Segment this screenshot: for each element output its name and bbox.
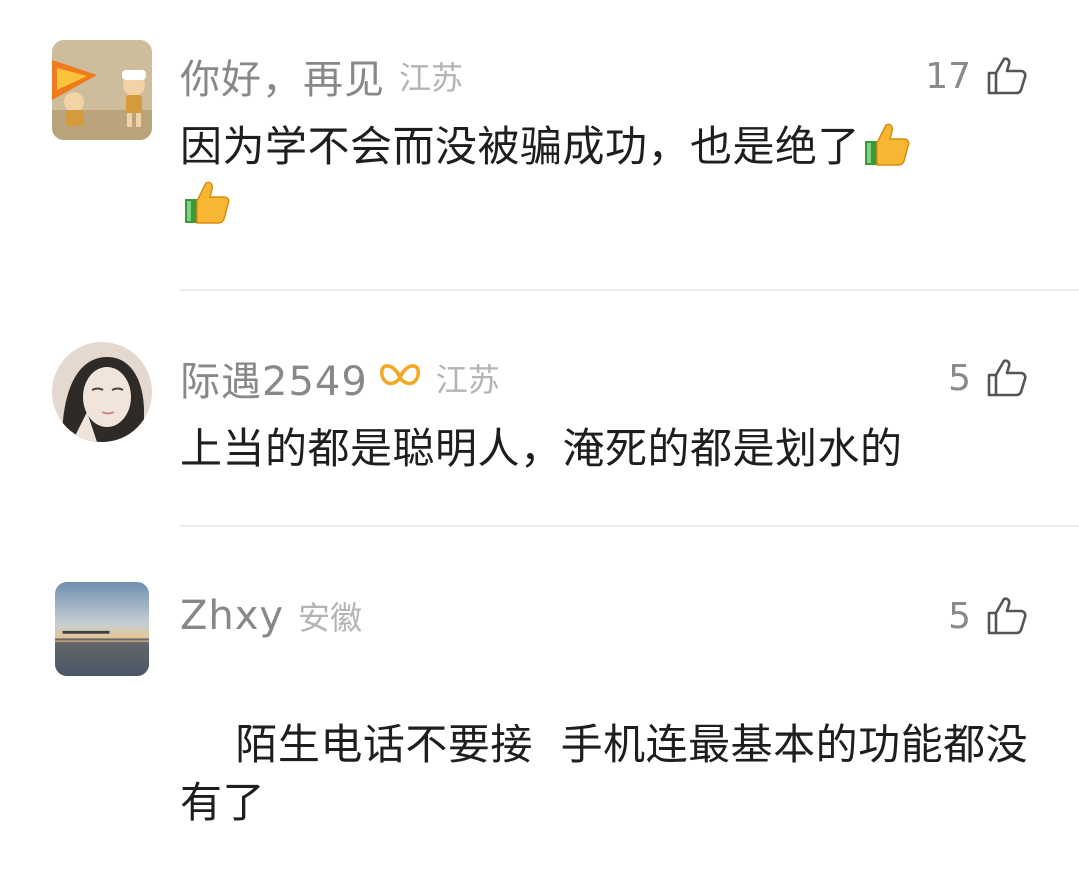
like-count: 5: [948, 357, 971, 399]
location-label: 江苏: [399, 59, 464, 97]
like-button[interactable]: 17: [925, 46, 1029, 106]
cartoon-caveman-avatar-icon: [52, 40, 152, 140]
divider: [180, 289, 1079, 291]
comment-header: Zhxy 安徽 5: [180, 586, 1029, 646]
comment-text-block: 陌生电话不要接 手机连最基本的功能都没有了: [180, 658, 1031, 890]
like-button[interactable]: 5: [948, 586, 1029, 646]
comment-header: 际遇2549 江苏 5: [180, 348, 1029, 408]
location-label: 安徽: [298, 599, 363, 637]
comment-text: 上当的都是聪明人，淹死的都是划水的: [180, 424, 903, 473]
thumbs-up-icon[interactable]: [985, 594, 1029, 638]
like-count: 5: [948, 595, 971, 637]
thumbs-up-emoji-icon: [185, 181, 230, 224]
comment-text: 陌生电话不要接 手机连最基本的功能都没有了: [180, 720, 1029, 827]
avatar[interactable]: [55, 582, 149, 676]
thumbs-up-icon[interactable]: [985, 356, 1029, 400]
comment-header: 你好，再见 江苏 17: [180, 46, 1029, 106]
like-count: 17: [925, 55, 971, 97]
comment-text-block: 因为学不会而没被骗成功，也是绝了: [180, 118, 1031, 234]
thumbs-up-emoji-icon: [865, 123, 910, 166]
like-button[interactable]: 5: [948, 348, 1029, 408]
username[interactable]: 际遇2549: [180, 349, 368, 407]
sketch-portrait-avatar-icon: [52, 342, 152, 442]
avatar[interactable]: [52, 40, 152, 140]
divider: [180, 525, 1079, 527]
vip-badge-icon[interactable]: [378, 358, 422, 398]
username[interactable]: Zhxy: [180, 593, 284, 639]
thumbs-up-icon[interactable]: [985, 54, 1029, 98]
comment-text: 因为学不会而没被骗成功，也是绝了: [180, 122, 861, 171]
sunset-lake-avatar-icon: [55, 582, 149, 676]
avatar[interactable]: [52, 342, 152, 442]
username[interactable]: 你好，再见: [180, 47, 385, 105]
comment-text-block: 上当的都是聪明人，淹死的都是划水的: [180, 420, 1031, 478]
location-label: 江苏: [435, 361, 500, 399]
